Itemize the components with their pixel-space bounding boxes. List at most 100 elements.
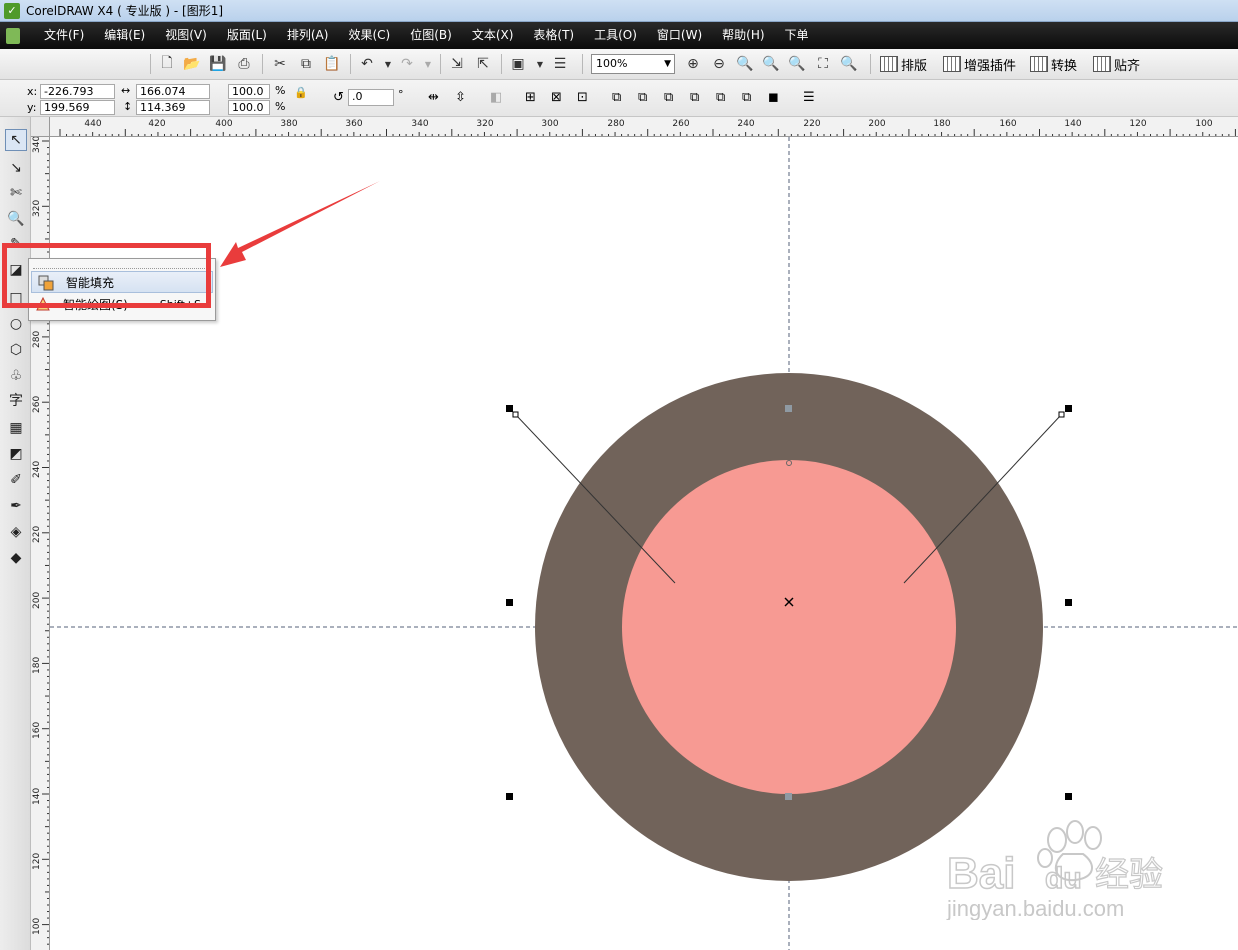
paste-icon[interactable]: 📋: [322, 54, 342, 74]
zoom-tool-icon[interactable]: 🔍: [5, 208, 27, 230]
combine-icon[interactable]: ◧: [490, 90, 502, 105]
zoom-in-icon[interactable]: ⊕: [683, 54, 703, 74]
selection-handle-bottom-center[interactable]: [785, 793, 792, 800]
back-minus-front-icon[interactable]: ⧉: [742, 90, 751, 105]
menu-window[interactable]: 窗口(W): [647, 22, 712, 49]
selection-handle-middle-right[interactable]: [1065, 599, 1072, 606]
text-tool-icon[interactable]: 字: [5, 389, 27, 411]
crop-tool-icon[interactable]: ✄: [5, 182, 27, 204]
selection-handle-top-right[interactable]: [1065, 405, 1072, 412]
copy-icon[interactable]: ⧉: [296, 54, 316, 74]
redo-dropdown-icon[interactable]: ▼: [418, 54, 438, 74]
trim-icon[interactable]: ⧉: [638, 90, 647, 105]
interactive-fill-tool-icon[interactable]: ◆: [5, 547, 27, 569]
interactive-blend-tool-icon[interactable]: ◩: [5, 443, 27, 465]
object-height-field[interactable]: 114.369 mm: [136, 100, 210, 127]
document-icon[interactable]: [6, 27, 20, 44]
zoom-width-icon[interactable]: ⛶: [813, 54, 833, 74]
scale-width-field[interactable]: 100.0: [228, 84, 270, 99]
menu-bar: 文件(F) 编辑(E) 视图(V) 版面(L) 排列(A) 效果(C) 位图(B…: [0, 22, 1238, 49]
enhanced-plugin-button[interactable]: 增强插件: [943, 53, 1016, 75]
menu-text[interactable]: 文本(X): [462, 22, 524, 49]
eyedropper-tool-icon[interactable]: ✐: [5, 469, 27, 491]
simplify-icon[interactable]: ⧉: [690, 90, 699, 105]
menu-table[interactable]: 表格(T): [523, 22, 584, 49]
selection-handle-bottom-left[interactable]: [506, 793, 513, 800]
ellipse-tool-icon[interactable]: ○: [5, 313, 27, 335]
ruler-tick-label: 440: [84, 119, 102, 129]
menu-view[interactable]: 视图(V): [155, 22, 217, 49]
ruler-tick-label: 320: [476, 119, 494, 129]
x-position-field[interactable]: -226.793 mm: [40, 84, 115, 111]
selection-handle-top-center[interactable]: [785, 405, 792, 412]
polygon-tool-icon[interactable]: ⬡: [5, 339, 27, 361]
ungroup-all-icon[interactable]: ⊡: [577, 90, 588, 105]
export-icon[interactable]: ⇱: [473, 54, 493, 74]
y-label: y:: [27, 101, 37, 114]
y-position-field[interactable]: 199.569 mm: [40, 100, 115, 127]
snap-button[interactable]: 贴齐: [1093, 53, 1140, 75]
scale-height-field[interactable]: 100.0: [228, 100, 270, 115]
zoom-selected-icon[interactable]: 🔍: [735, 54, 755, 74]
ruler-tick-label: 320: [32, 199, 42, 217]
zoom-level-select[interactable]: 100% ▼: [591, 54, 675, 74]
cut-icon[interactable]: ✂: [270, 54, 290, 74]
menu-arrange[interactable]: 排列(A): [277, 22, 339, 49]
redo-icon[interactable]: ↷: [397, 54, 417, 74]
intersect-icon[interactable]: ⧉: [664, 90, 673, 105]
inner-circle-shape[interactable]: [622, 460, 956, 794]
selection-handle-bottom-right[interactable]: [1065, 793, 1072, 800]
open-folder-icon[interactable]: 📂: [182, 54, 202, 74]
lock-ratio-icon[interactable]: 🔒: [294, 86, 308, 99]
create-boundary-icon[interactable]: ◼: [768, 90, 779, 105]
object-width-field[interactable]: 166.074 mm: [136, 84, 210, 111]
selection-handle-middle-left[interactable]: [506, 599, 513, 606]
print-icon[interactable]: ⎙: [234, 54, 254, 74]
typesetting-button[interactable]: 排版: [880, 53, 927, 75]
application-launcher-icon[interactable]: ▣: [508, 54, 528, 74]
basic-shapes-tool-icon[interactable]: ♧: [5, 365, 27, 387]
scale-width-percent: %: [275, 84, 286, 97]
toolbar-separator: [262, 54, 263, 74]
menu-file[interactable]: 文件(F): [34, 22, 94, 49]
launcher-dropdown-icon[interactable]: ▼: [530, 54, 550, 74]
group-icon[interactable]: ⊞: [525, 90, 536, 105]
undo-icon[interactable]: ↶: [357, 54, 377, 74]
scale-height-percent: %: [275, 100, 286, 113]
menu-edit[interactable]: 编辑(E): [94, 22, 155, 49]
save-icon[interactable]: 💾: [208, 54, 228, 74]
undo-dropdown-icon[interactable]: ▼: [378, 54, 398, 74]
menu-order[interactable]: 下单: [775, 22, 819, 49]
zoom-out-icon[interactable]: ⊖: [709, 54, 729, 74]
selection-handle-top-left[interactable]: [506, 405, 513, 412]
ruler-origin-corner[interactable]: [31, 117, 50, 137]
convert-button[interactable]: 转换: [1030, 53, 1077, 75]
menu-tools[interactable]: 工具(O): [584, 22, 647, 49]
menu-layout[interactable]: 版面(L): [217, 22, 277, 49]
mirror-vertical-icon[interactable]: ⇳: [455, 90, 466, 105]
arc-node-handle[interactable]: [1058, 411, 1065, 418]
weld-icon[interactable]: ⧉: [612, 90, 621, 105]
zoom-page-icon[interactable]: 🔍: [787, 54, 807, 74]
welcome-screen-icon[interactable]: ☰: [550, 54, 570, 74]
new-document-icon[interactable]: 🗋: [157, 54, 177, 74]
align-distribute-icon[interactable]: ☰: [803, 90, 815, 105]
import-icon[interactable]: ⇲: [447, 54, 467, 74]
enhanced-plugin-label: 增强插件: [964, 58, 1017, 74]
rotation-angle-field[interactable]: .0: [348, 89, 394, 106]
menu-bitmaps[interactable]: 位图(B): [400, 22, 462, 49]
outline-pen-tool-icon[interactable]: ✒: [5, 495, 27, 517]
shape-tool-icon[interactable]: ↘: [5, 157, 27, 179]
ungroup-icon[interactable]: ⊠: [551, 90, 562, 105]
fill-tool-icon[interactable]: ◈: [5, 521, 27, 543]
arc-node-handle[interactable]: [512, 411, 519, 418]
pick-tool-icon[interactable]: ↖: [5, 129, 27, 151]
table-tool-icon[interactable]: ▦: [5, 417, 27, 439]
horizontal-ruler[interactable]: 440 420 400 380 360 340 320 300 280 260 …: [50, 117, 1238, 137]
front-minus-back-icon[interactable]: ⧉: [716, 90, 725, 105]
mirror-horizontal-icon[interactable]: ⇹: [428, 90, 439, 105]
menu-effects[interactable]: 效果(C): [338, 22, 400, 49]
zoom-height-icon[interactable]: 🔍: [839, 54, 859, 74]
menu-help[interactable]: 帮助(H): [712, 22, 774, 49]
zoom-all-objects-icon[interactable]: 🔍: [761, 54, 781, 74]
